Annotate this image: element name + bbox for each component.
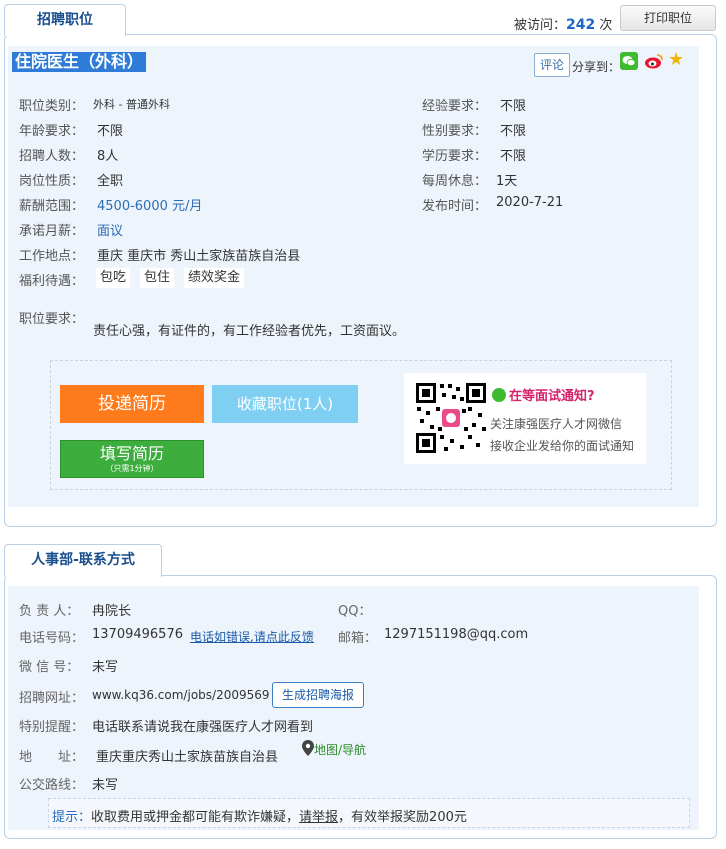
field-date-label: 发布时间： (422, 199, 488, 214)
phone-feedback-link[interactable]: 电话如错误,请点此反馈 (190, 628, 314, 645)
wechat-id-label: 微 信 号： (19, 660, 80, 675)
field-type-label: 岗位性质： (19, 174, 85, 189)
contact-person-label: 负 责 人： (19, 604, 80, 619)
job-title: 住院医生（外科） (12, 52, 147, 72)
favorite-star-icon[interactable]: ★ (668, 50, 688, 70)
apply-resume-button[interactable]: 投递简历 (60, 385, 204, 423)
field-education-label: 学历要求： (422, 149, 488, 164)
benefit-tag: 包吃 (96, 268, 131, 288)
report-link[interactable]: 请举报 (299, 810, 338, 825)
field-headcount-value: 8人 (97, 149, 119, 164)
field-experience-label: 经验要求： (422, 99, 488, 114)
qr-line-2: 接收企业发给你的面试通知 (490, 439, 635, 453)
weibo-icon[interactable] (644, 52, 664, 70)
fill-resume-sub: （只需1分钟） (105, 464, 159, 473)
field-salary-value: 4500-6000 元/月 (97, 199, 203, 214)
field-category-label: 职位类别： (19, 99, 85, 114)
field-experience-value: 不限 (500, 99, 527, 114)
field-location-label: 工作地点： (19, 249, 85, 264)
field-location-value: 重庆 重庆市 秀山土家族苗族自治县 (97, 249, 301, 264)
wechat-small-icon (492, 388, 506, 402)
requirements-label: 职位要求： (19, 312, 85, 327)
address-value: 重庆重庆秀山土家族苗族自治县 (96, 750, 279, 765)
wechat-qr-card: 在等面试通知? 关注康强医疗人才网微信 接收企业发给你的面试通知 (404, 373, 646, 464)
wechat-icon[interactable] (620, 52, 638, 70)
field-headcount-label: 招聘人数： (19, 149, 85, 164)
phone-value: 13709496576 (92, 627, 183, 642)
generate-poster-button[interactable]: 生成招聘海报 (272, 682, 364, 708)
email-value: 1297151198@qq.com (384, 627, 529, 642)
tab-jobs[interactable]: 招聘职位 (4, 4, 126, 36)
field-promised-value: 面议 (97, 224, 124, 239)
fill-resume-button[interactable]: 填写简历 （只需1分钟） (60, 440, 204, 478)
address-label: 地 址： (19, 750, 85, 765)
share-label: 分享到： (572, 60, 621, 74)
field-date-value: 2020-7-21 (496, 195, 564, 210)
note-value: 电话联系请说我在康强医疗人才网看到 (92, 720, 314, 735)
benefits-label: 福利待遇： (19, 274, 85, 289)
field-rest-label: 每周休息： (422, 174, 488, 189)
comment-button[interactable]: 评论 (534, 53, 570, 77)
field-age-label: 年龄要求： (19, 124, 85, 139)
phone-label: 电话号码： (19, 631, 85, 646)
field-promised-label: 承诺月薪： (19, 224, 85, 239)
map-pin-icon (302, 740, 314, 756)
benefit-tag: 绩效奖金 (184, 268, 245, 288)
qq-label: QQ： (338, 604, 372, 619)
field-gender-label: 性别要求： (422, 124, 488, 139)
field-education-value: 不限 (500, 149, 527, 164)
favorite-job-button[interactable]: 收藏职位(1人) (212, 385, 358, 423)
field-category-value: 外科 - 普通外科 (93, 98, 170, 111)
print-job-button[interactable]: 打印职位 (620, 5, 716, 31)
note-label: 特别提醒： (19, 720, 85, 735)
field-rest-value: 1天 (496, 174, 518, 189)
email-label: 邮箱： (338, 631, 378, 646)
field-age-value: 不限 (97, 124, 124, 139)
tab-contact[interactable]: 人事部-联系方式 (4, 544, 162, 577)
url-label: 招聘网址： (19, 691, 85, 706)
field-gender-value: 不限 (500, 124, 527, 139)
url-value: www.kq36.com/jobs/2009569 (92, 688, 270, 702)
visit-counter: 被访问：242 次 (514, 17, 613, 33)
map-link[interactable]: 地图/导航 (302, 740, 366, 758)
requirements-text: 责任心强，有证件的，有工作经验者优先，工资面议。 (93, 324, 406, 339)
wechat-id-value: 未写 (92, 660, 119, 675)
qr-line-1: 关注康强医疗人才网微信 (490, 417, 623, 431)
contact-panel-body (8, 586, 699, 830)
field-salary-label: 薪酬范围： (19, 199, 85, 214)
qr-code-icon (414, 381, 488, 455)
field-type-value: 全职 (97, 174, 124, 189)
benefit-tag: 包住 (140, 268, 175, 288)
bus-value: 未写 (92, 778, 119, 793)
bus-label: 公交路线： (19, 778, 85, 793)
fill-resume-label: 填写简历 (99, 444, 164, 463)
qr-title: 在等面试通知? (492, 385, 595, 404)
tip-prefix: 提示： (52, 810, 92, 825)
contact-person-value: 冉院长 (92, 604, 132, 619)
fraud-tip: 提示：收取费用或押金都可能有欺诈嫌疑，请举报，有效举报奖励200元 (52, 810, 467, 825)
